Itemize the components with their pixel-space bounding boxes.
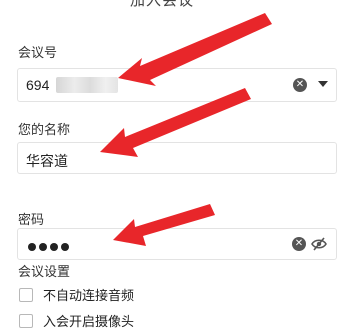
clear-meeting-id-icon[interactable]: ✕ [293,78,307,92]
checkbox[interactable] [19,288,33,302]
password-label: 密码 [18,212,45,227]
meeting-id-field[interactable]: 694 ✕ [17,68,337,102]
name-field[interactable]: 华容道 [17,142,337,174]
name-label: 您的名称 [18,122,71,137]
password-mask [28,238,72,256]
chevron-down-icon[interactable] [318,81,328,87]
password-field[interactable]: ✕ [17,228,337,260]
settings-label: 会议设置 [18,264,71,279]
option-label: 不自动连接音频 [43,288,135,303]
checkbox[interactable] [19,314,33,328]
option-no-auto-audio[interactable]: 不自动连接音频 [19,285,134,304]
meeting-id-redaction [56,77,118,93]
hide-password-icon[interactable] [311,237,327,251]
window-title: 加入会议 [130,0,195,9]
name-value: 华容道 [26,153,68,169]
meeting-id-value: 694 [26,77,50,93]
option-camera-on-join[interactable]: 入会开启摄像头 [19,311,134,330]
meeting-id-label: 会议号 [18,45,58,60]
clear-password-icon[interactable]: ✕ [292,237,306,251]
